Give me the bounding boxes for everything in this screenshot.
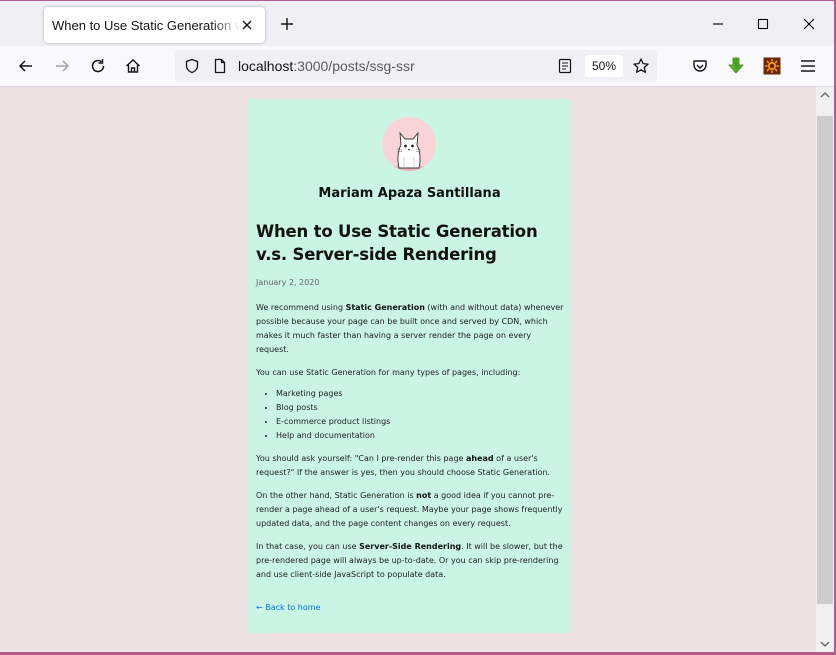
list-item: Help and documentation <box>276 429 564 443</box>
address-bar[interactable]: localhost:3000/posts/ssg-ssr 50% <box>175 50 657 82</box>
scrollbar-thumb[interactable] <box>817 116 833 604</box>
maximize-icon[interactable] <box>755 16 771 32</box>
hamburger-menu-icon[interactable] <box>799 57 817 75</box>
arrow-right-icon[interactable] <box>53 57 71 75</box>
pocket-icon[interactable] <box>691 57 709 75</box>
post-title: When to Use Static Generation v.s. Serve… <box>256 222 538 264</box>
avatar <box>382 117 436 171</box>
tab-title: When to Use Static Generation v.s. Serve… <box>52 17 240 33</box>
back-to-home-link[interactable]: ← Back to home <box>256 603 320 612</box>
bold-text: Static Generation <box>345 303 425 312</box>
arrow-left-icon[interactable] <box>17 57 35 75</box>
url-host: localhost <box>238 58 294 74</box>
author-name: Mariam Apaza Santillana <box>318 186 501 201</box>
page-icon[interactable] <box>212 58 228 74</box>
close-icon[interactable] <box>239 17 255 33</box>
url-path: :3000/posts/ssg-ssr <box>293 58 415 74</box>
download-arrow-icon[interactable] <box>727 57 745 75</box>
sun-gear-icon[interactable] <box>763 57 781 75</box>
post-date: January 2, 2020 <box>256 278 320 287</box>
reload-icon[interactable] <box>89 57 107 75</box>
page-types-list: Marketing pages Blog posts E-commerce pr… <box>276 387 564 443</box>
shield-icon[interactable] <box>184 58 200 74</box>
window-close-icon[interactable] <box>801 16 817 32</box>
paragraph: In that case, you can use Server-Side Re… <box>256 542 563 579</box>
page-viewport[interactable]: Mariam Apaza Santillana When to Use Stat… <box>0 87 816 652</box>
bold-text: not <box>416 491 432 500</box>
bold-text: ahead <box>465 454 494 463</box>
vertical-scrollbar[interactable] <box>816 87 834 652</box>
url-text[interactable]: localhost:3000/posts/ssg-ssr <box>238 58 415 74</box>
tab-strip: When to Use Static Generation v.s. Serve… <box>0 0 836 46</box>
post-container: Mariam Apaza Santillana When to Use Stat… <box>248 99 571 633</box>
reader-view-icon[interactable] <box>557 58 573 74</box>
bold-text: Server-Side Rendering <box>359 542 462 551</box>
paragraph: You can use Static Generation for many t… <box>256 368 521 377</box>
zoom-level-button[interactable]: 50% <box>585 55 623 77</box>
scroll-down-icon[interactable] <box>816 636 834 652</box>
paragraph: On the other hand, Static Generation is … <box>256 491 563 528</box>
browser-tab[interactable]: When to Use Static Generation v.s. Serve… <box>44 7 265 43</box>
list-item: Blog posts <box>276 401 564 415</box>
plus-icon[interactable] <box>279 16 295 32</box>
post-body: We recommend using Static Generation (wi… <box>256 301 564 591</box>
paragraph: You should ask yourself: "Can I pre-rend… <box>256 454 551 477</box>
home-icon[interactable] <box>124 57 142 75</box>
paragraph: We recommend using Static Generation (wi… <box>256 303 564 354</box>
minimize-icon[interactable] <box>710 16 726 32</box>
list-item: Marketing pages <box>276 387 564 401</box>
navigation-toolbar: localhost:3000/posts/ssg-ssr 50% <box>0 46 836 87</box>
star-icon[interactable] <box>632 57 650 75</box>
list-item: E-commerce product listings <box>276 415 564 429</box>
cat-icon <box>389 131 429 171</box>
scroll-up-icon[interactable] <box>816 87 834 103</box>
